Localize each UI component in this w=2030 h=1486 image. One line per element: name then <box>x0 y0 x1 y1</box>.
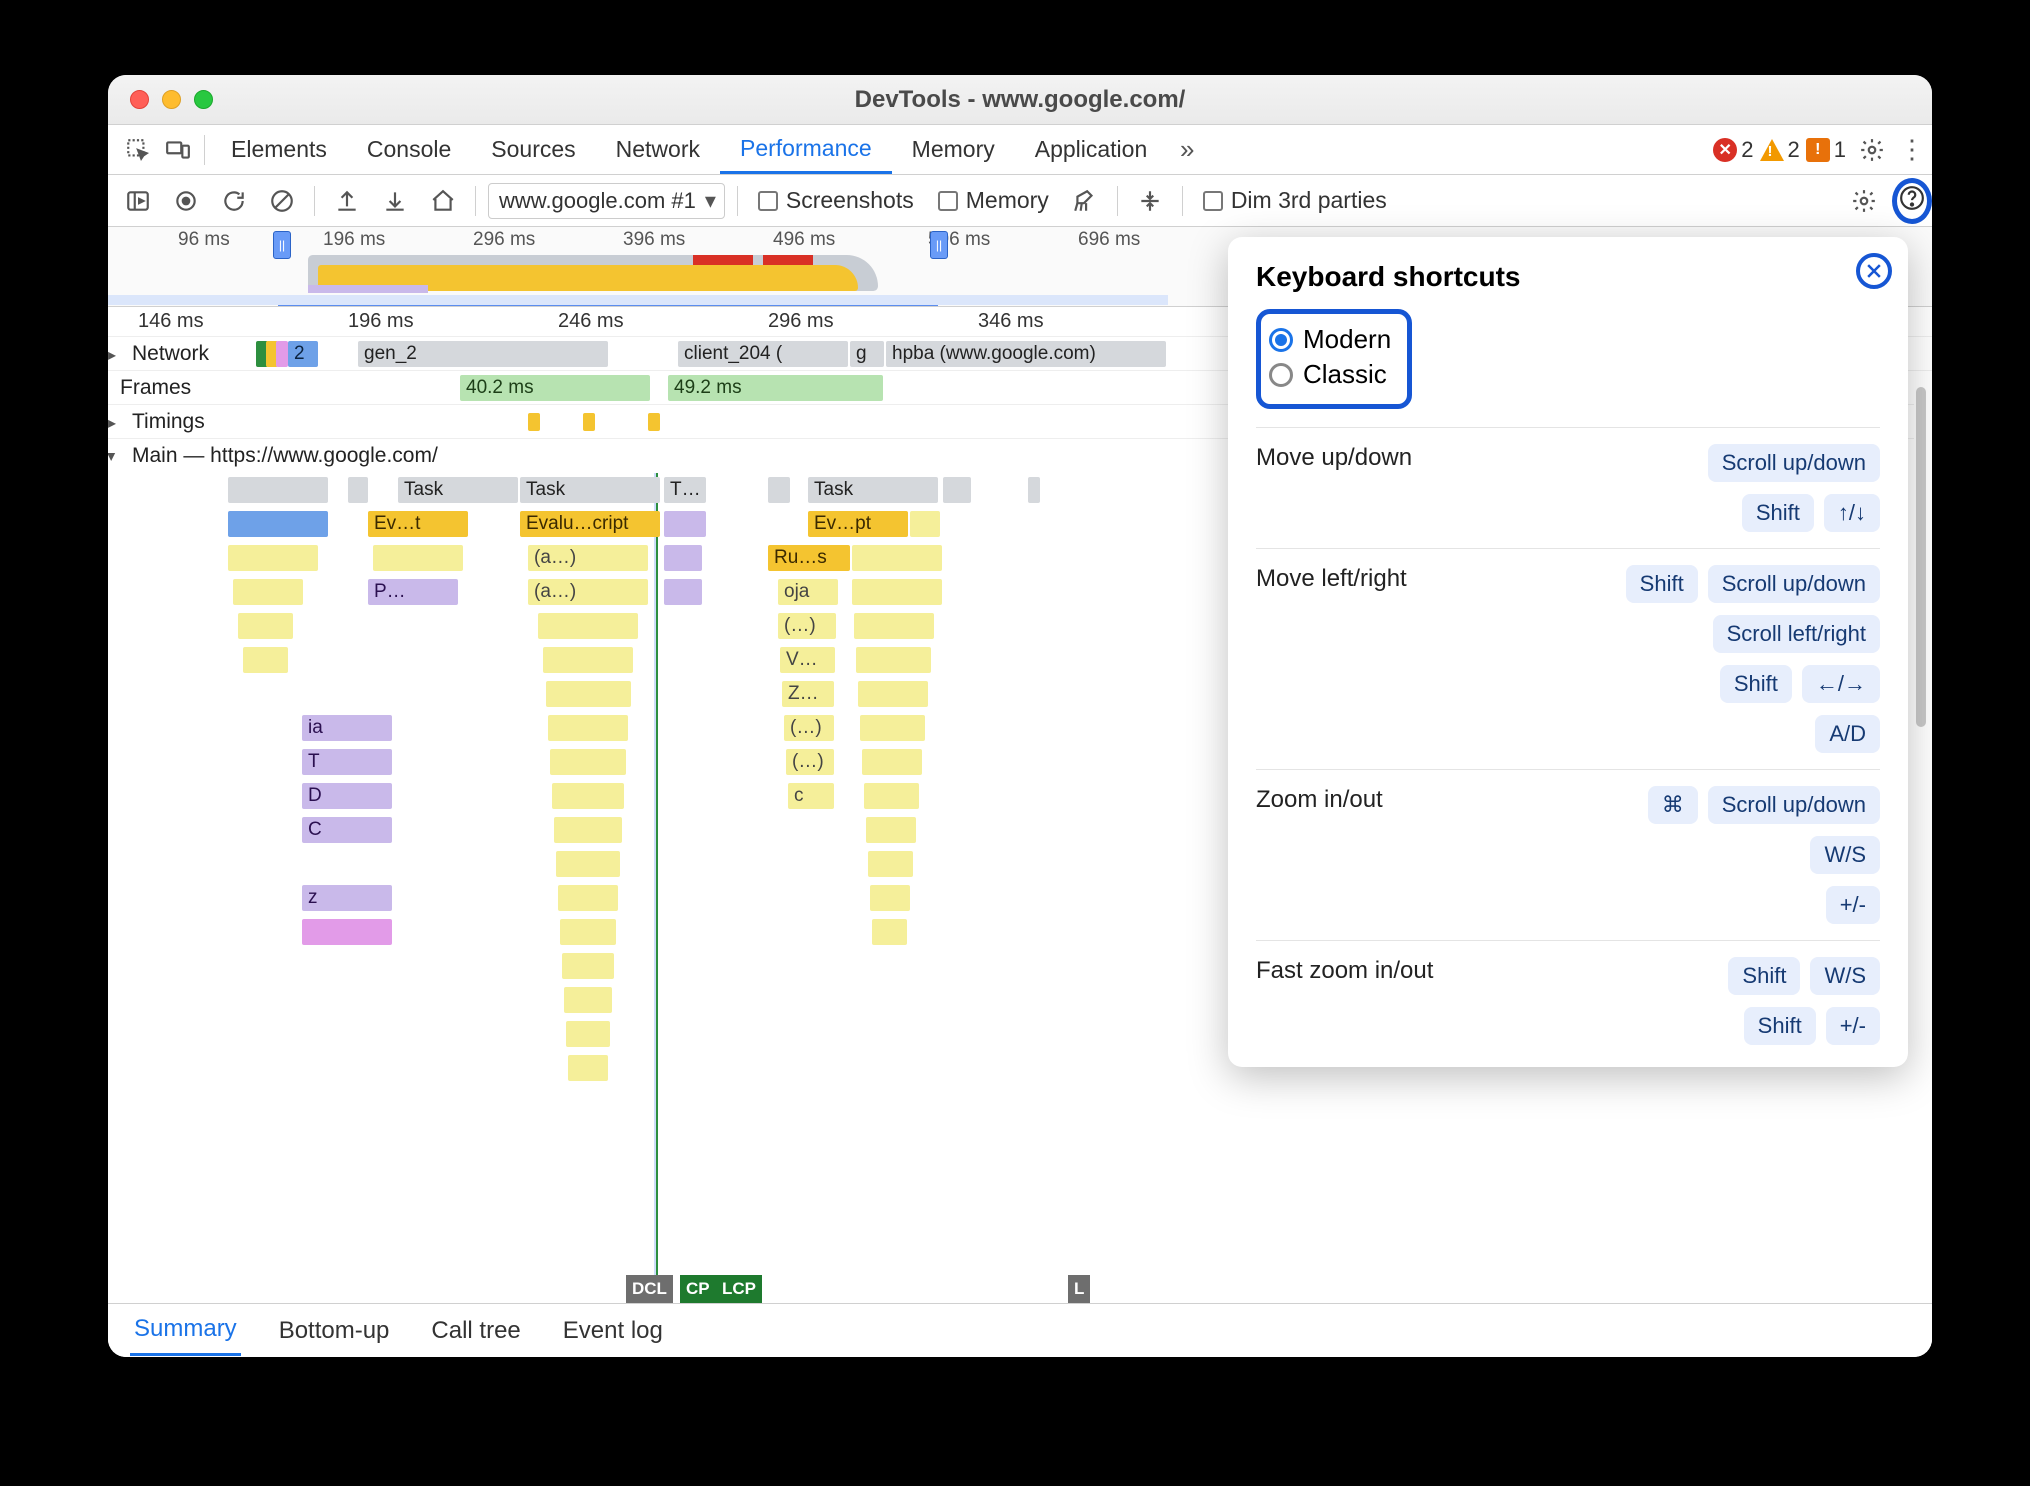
close-window-button[interactable] <box>130 90 149 109</box>
overview-right-handle[interactable]: || <box>930 231 948 259</box>
shortcut-key: ↑/↓ <box>1824 494 1880 532</box>
keyboard-shortcuts-popover: Keyboard shortcuts Modern Classic Move u… <box>1228 237 1908 1067</box>
tab-network[interactable]: Network <box>596 125 720 174</box>
devtools-window: DevTools - www.google.com/ Elements Cons… <box>108 75 1932 1357</box>
shortcut-key: W/S <box>1810 957 1880 995</box>
shortcut-key: Shift <box>1626 565 1698 603</box>
overview-left-handle[interactable]: || <box>273 231 291 259</box>
tab-console[interactable]: Console <box>347 125 471 174</box>
minimize-window-button[interactable] <box>162 90 181 109</box>
shortcut-key: Shift <box>1720 665 1792 703</box>
zoom-window-button[interactable] <box>194 90 213 109</box>
tab-elements[interactable]: Elements <box>211 125 347 174</box>
warnings-badge[interactable]: 2 <box>1760 137 1800 163</box>
cp-marker: CP <box>680 1275 716 1303</box>
popover-title: Keyboard shortcuts <box>1256 261 1880 293</box>
timing-markers: DCL CP LCP L <box>108 1275 1932 1303</box>
recording-select[interactable]: www.google.com #1 <box>488 183 725 219</box>
shortcut-row: Move left/right Shift Scroll up/down Scroll… <box>1256 548 1880 769</box>
ov-tick: 396 ms <box>623 229 685 251</box>
shortcut-key: +/- <box>1826 886 1880 924</box>
dim-third-parties-checkbox[interactable]: Dim 3rd parties <box>1203 187 1387 214</box>
window-controls <box>108 90 213 109</box>
shortcut-preset-group: Modern Classic <box>1256 309 1412 409</box>
shortcut-key: Scroll left/right <box>1713 615 1880 653</box>
shortcut-name: Zoom in/out <box>1256 786 1383 814</box>
shortcut-row: Fast zoom in/out Shift W/S Shift +/- <box>1256 940 1880 1061</box>
shortcut-key: ←/→ <box>1802 665 1880 703</box>
collapse-icon[interactable] <box>1130 181 1170 221</box>
toggle-sidebar-icon[interactable] <box>118 181 158 221</box>
issues-badge[interactable]: !1 <box>1806 137 1846 163</box>
expand-icon[interactable]: ▸ <box>108 345 116 365</box>
ov-tick: 196 ms <box>323 229 385 251</box>
shortcut-key: Shift <box>1744 1007 1816 1045</box>
shortcut-key: ⌘ <box>1648 786 1698 824</box>
help-icon[interactable] <box>1892 178 1932 224</box>
panel-settings-gear-icon[interactable] <box>1844 181 1884 221</box>
download-icon[interactable] <box>375 181 415 221</box>
shortcut-row: Zoom in/out ⌘ Scroll up/down W/S +/- <box>1256 769 1880 940</box>
ov-tick: 96 ms <box>178 229 230 251</box>
collapse-icon[interactable]: ▸ <box>108 453 122 461</box>
ov-tick: 496 ms <box>773 229 835 251</box>
tab-sources[interactable]: Sources <box>471 125 595 174</box>
screenshots-checkbox[interactable]: Screenshots <box>758 187 914 214</box>
tab-performance[interactable]: Performance <box>720 125 892 174</box>
tab-application[interactable]: Application <box>1015 125 1168 174</box>
vertical-scrollbar[interactable] <box>1914 377 1932 1303</box>
clear-icon[interactable] <box>262 181 302 221</box>
radio-modern[interactable]: Modern <box>1269 324 1391 355</box>
shortcut-key: W/S <box>1810 836 1880 874</box>
shortcut-key: Shift <box>1742 494 1814 532</box>
titlebar: DevTools - www.google.com/ <box>108 75 1932 125</box>
window-title: DevTools - www.google.com/ <box>108 86 1932 114</box>
radio-classic[interactable]: Classic <box>1269 359 1391 390</box>
memory-checkbox[interactable]: Memory <box>938 187 1049 214</box>
errors-badge[interactable]: ✕2 <box>1713 137 1753 163</box>
tab-summary[interactable]: Summary <box>130 1305 241 1356</box>
tab-memory[interactable]: Memory <box>892 125 1015 174</box>
ov-tick: 696 ms <box>1078 229 1140 251</box>
shortcut-key: A/D <box>1815 715 1880 753</box>
close-popover-button[interactable] <box>1856 253 1892 289</box>
expand-icon[interactable]: ▸ <box>108 413 116 433</box>
shortcut-key: Scroll up/down <box>1708 444 1880 482</box>
shortcut-name: Fast zoom in/out <box>1256 957 1433 985</box>
ov-tick: 296 ms <box>473 229 535 251</box>
inspect-element-icon[interactable] <box>118 130 158 170</box>
shortcut-key: Shift <box>1728 957 1800 995</box>
gc-broom-icon[interactable] <box>1065 181 1105 221</box>
record-icon[interactable] <box>166 181 206 221</box>
main-tabs: Elements Console Sources Network Perform… <box>108 125 1932 175</box>
kebab-menu-icon[interactable]: ⋮ <box>1892 130 1932 170</box>
more-tabs-icon[interactable]: » <box>1167 130 1207 170</box>
shortcut-name: Move up/down <box>1256 444 1412 472</box>
shortcut-key: Scroll up/down <box>1708 565 1880 603</box>
dcl-marker: DCL <box>626 1275 673 1303</box>
load-marker: L <box>1068 1275 1090 1303</box>
tab-call-tree[interactable]: Call tree <box>427 1307 524 1355</box>
device-toggle-icon[interactable] <box>158 130 198 170</box>
shortcut-name: Move left/right <box>1256 565 1407 593</box>
performance-toolbar: www.google.com #1 Screenshots Memory Dim… <box>108 175 1932 227</box>
shortcut-key: +/- <box>1826 1007 1880 1045</box>
shortcut-key: Scroll up/down <box>1708 786 1880 824</box>
settings-gear-icon[interactable] <box>1852 130 1892 170</box>
tab-bottom-up[interactable]: Bottom-up <box>275 1307 394 1355</box>
tab-event-log[interactable]: Event log <box>559 1307 667 1355</box>
upload-icon[interactable] <box>327 181 367 221</box>
shortcut-row: Move up/down Scroll up/down Shift ↑/↓ <box>1256 427 1880 548</box>
home-icon[interactable] <box>423 181 463 221</box>
lcp-marker: LCP <box>716 1275 762 1303</box>
detail-tabs: Summary Bottom-up Call tree Event log <box>108 1303 1932 1357</box>
reload-record-icon[interactable] <box>214 181 254 221</box>
